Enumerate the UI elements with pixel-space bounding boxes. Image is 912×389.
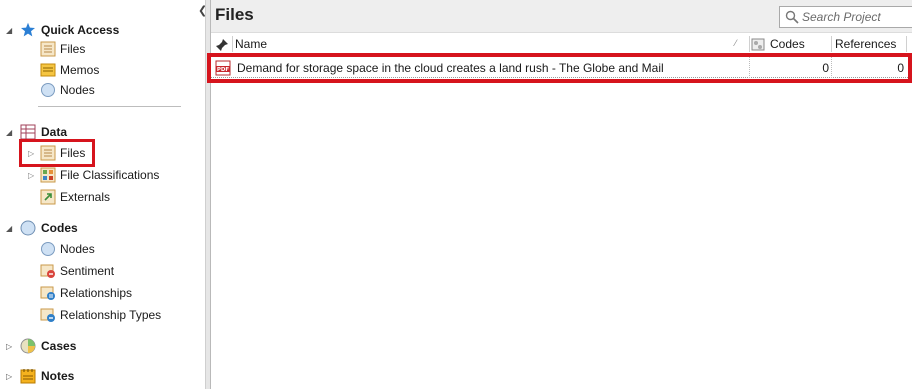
data-item-file-classifications[interactable]: ▷ File Classifications [28, 165, 200, 185]
divider [232, 36, 233, 52]
data-icon [20, 124, 36, 140]
collapsed-arrow-icon[interactable]: ▷ [28, 149, 34, 158]
sentiment-icon [40, 264, 55, 278]
externals-icon [40, 189, 56, 205]
memos-icon [40, 63, 56, 77]
relationship-types-icon [40, 308, 55, 322]
group-label: Data [41, 125, 68, 139]
codes-column-icon [751, 38, 765, 51]
search-input[interactable] [802, 9, 912, 25]
item-label: Files [60, 42, 86, 56]
nvivo-window: ❮ ◢ Quick Access Files Memos Nodes ◢ Dat… [0, 0, 912, 389]
group-label: Codes [41, 221, 78, 235]
item-label: Externals [60, 190, 111, 204]
file-classifications-icon [40, 167, 56, 183]
cases-icon [20, 338, 36, 354]
sort-indicator-icon: ⁄ [735, 38, 737, 48]
collapsed-arrow-icon[interactable]: ▷ [6, 372, 12, 381]
codes-item-relationship-types[interactable]: Relationship Types [40, 305, 200, 325]
item-label: Memos [60, 63, 100, 77]
relationships-icon [40, 286, 55, 300]
notes-icon [20, 369, 36, 384]
item-label: File Classifications [60, 168, 160, 182]
divider [749, 36, 750, 52]
group-quick-access[interactable]: ◢ Quick Access [0, 20, 200, 40]
collapsed-arrow-icon[interactable]: ▷ [6, 342, 12, 351]
nodes-icon [41, 83, 55, 97]
item-label: Relationships [60, 286, 133, 300]
item-label: Sentiment [60, 264, 115, 278]
column-header-name[interactable]: Name [235, 34, 749, 54]
search-icon [785, 10, 799, 24]
divider [831, 36, 832, 52]
divider [38, 106, 181, 107]
navigation-pane: ❮ ◢ Quick Access Files Memos Nodes ◢ Dat… [0, 0, 211, 389]
title-bar: Files [211, 0, 912, 33]
expanded-arrow-icon[interactable]: ◢ [6, 26, 12, 35]
codes-item-sentiment[interactable]: Sentiment [40, 261, 200, 281]
item-label: Files [60, 146, 86, 160]
expanded-arrow-icon[interactable]: ◢ [6, 224, 12, 233]
data-item-files[interactable]: ▷ Files [28, 143, 200, 163]
quick-access-item-files[interactable]: Files [40, 39, 200, 59]
group-codes[interactable]: ◢ Codes [0, 218, 200, 238]
page-title: Files [215, 5, 254, 24]
group-label: Notes [41, 369, 75, 383]
codes-item-relationships[interactable]: Relationships [40, 283, 200, 303]
files-icon [40, 41, 56, 57]
column-header-references[interactable]: References [835, 34, 905, 54]
column-header-label: Name [235, 37, 268, 51]
collapsed-arrow-icon[interactable]: ▷ [28, 171, 34, 180]
divider [906, 36, 907, 52]
search-box[interactable] [779, 6, 912, 28]
codes-item-nodes[interactable]: Nodes [40, 239, 200, 259]
group-label: Cases [41, 339, 77, 353]
data-item-externals[interactable]: Externals [40, 187, 200, 207]
nodes-icon [41, 242, 55, 256]
group-label: Quick Access [41, 23, 120, 37]
column-header-label: Codes [770, 37, 805, 51]
group-notes[interactable]: ▷ Notes [0, 366, 200, 386]
pin-icon[interactable] [215, 38, 229, 52]
quick-access-item-memos[interactable]: Memos [40, 60, 200, 80]
files-icon [40, 145, 56, 161]
expanded-arrow-icon[interactable]: ◢ [6, 128, 12, 137]
column-header-codes[interactable]: Codes [770, 34, 830, 54]
group-data[interactable]: ◢ Data [0, 122, 200, 142]
codes-icon [20, 220, 36, 236]
quick-access-item-nodes[interactable]: Nodes [40, 80, 200, 100]
star-icon [21, 22, 35, 37]
group-cases[interactable]: ▷ Cases [0, 336, 200, 356]
highlight-box [207, 53, 912, 83]
item-label: Nodes [60, 83, 95, 97]
column-header-label: References [835, 37, 897, 51]
item-label: Nodes [60, 242, 95, 256]
item-label: Relationship Types [60, 308, 162, 322]
